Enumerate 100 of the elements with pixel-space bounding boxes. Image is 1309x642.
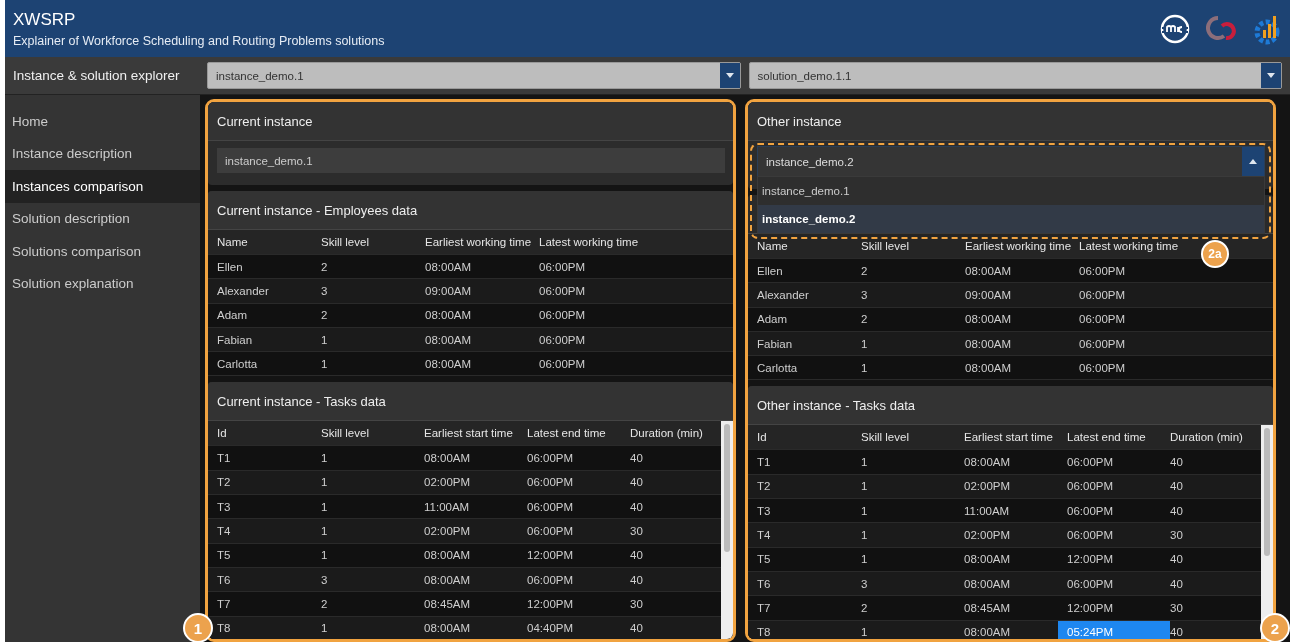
scrollbar[interactable] bbox=[1261, 425, 1273, 639]
table-cell-text: 12:00PM bbox=[527, 548, 575, 564]
table-cell-text: Carlotta bbox=[757, 360, 799, 376]
table-cell-text: T6 bbox=[217, 572, 232, 588]
instance-field[interactable]: instance_demo.1 bbox=[217, 148, 725, 173]
column-header[interactable]: Earliest working time bbox=[425, 236, 532, 248]
table-cell-text: T2 bbox=[217, 475, 232, 491]
table-cell-text: 12:00PM bbox=[527, 596, 575, 612]
table-cell-text: 1 bbox=[861, 479, 869, 495]
table-cell-text: 2 bbox=[861, 312, 869, 328]
table-cell-text: Alexander bbox=[217, 283, 270, 299]
table-cell-text: 3 bbox=[861, 576, 869, 592]
callout-badge: 2 bbox=[1260, 613, 1290, 642]
table-cell-text: 1 bbox=[861, 503, 869, 519]
solution-select[interactable]: solution_demo.1.1 bbox=[748, 62, 1282, 89]
sidebar-item[interactable]: Solutions comparison bbox=[5, 235, 200, 268]
toolbar-label: Instance & solution explorer bbox=[13, 68, 181, 83]
table-cell-text: 02:00PM bbox=[964, 479, 1012, 495]
table-cell-text: 08:00AM bbox=[425, 356, 473, 372]
column-header[interactable]: Latest end time bbox=[1067, 431, 1146, 444]
table-cell-text: T5 bbox=[217, 548, 232, 564]
table-cell-text: 06:00PM bbox=[1079, 287, 1127, 303]
sidebar-item[interactable]: Solution explanation bbox=[5, 267, 200, 300]
column-header[interactable]: Latest working time bbox=[539, 236, 639, 248]
table-cell-text: T2 bbox=[757, 479, 772, 495]
table-cell-text: 09:00AM bbox=[965, 287, 1013, 303]
table-cell-text: 40 bbox=[630, 572, 644, 588]
table-cell-text: 08:00AM bbox=[964, 625, 1012, 639]
table-cell-text: 06:00PM bbox=[527, 475, 575, 491]
column-header[interactable]: Id bbox=[217, 427, 227, 440]
table-cell-text: 06:00PM bbox=[539, 283, 587, 299]
instance-select[interactable]: instance_demo.1 bbox=[207, 62, 741, 89]
table-cell-text: 40 bbox=[1170, 552, 1184, 568]
table-cell-text: 08:00AM bbox=[964, 576, 1012, 592]
dropdown-option[interactable]: instance_demo.1 bbox=[758, 177, 1264, 205]
table-cell-text: 1 bbox=[861, 625, 869, 639]
table-cell-text: 08:00AM bbox=[424, 572, 472, 588]
table-cell-text: 06:00PM bbox=[527, 572, 575, 588]
column-header[interactable]: Skill level bbox=[321, 236, 369, 248]
table-cell-text: 2 bbox=[321, 596, 329, 612]
instance-dropdown[interactable]: instance_demo.2 bbox=[757, 146, 1265, 177]
column-header[interactable]: Latest end time bbox=[527, 427, 606, 440]
column-header[interactable]: Duration (min) bbox=[1170, 431, 1243, 444]
table-cell-text: 06:00PM bbox=[1067, 576, 1115, 592]
table-cell-text: 1 bbox=[321, 475, 329, 491]
table-cell-text: 3 bbox=[861, 287, 869, 303]
table-cell-text: 40 bbox=[1170, 455, 1184, 471]
column-header[interactable]: Skill level bbox=[321, 427, 369, 440]
table-cell-text: 40 bbox=[1170, 503, 1184, 519]
table-cell-text: 40 bbox=[630, 621, 644, 637]
table-cell-text: T1 bbox=[757, 455, 772, 471]
table-cell-text: T8 bbox=[217, 621, 232, 637]
table-cell-text: Carlotta bbox=[217, 356, 259, 372]
sidebar-item[interactable]: Home bbox=[5, 105, 200, 138]
table-cell-text: 08:00AM bbox=[425, 259, 473, 275]
table-cell-text: 1 bbox=[861, 336, 869, 352]
column-header[interactable]: Duration (min) bbox=[630, 427, 703, 440]
table-cell-text: 30 bbox=[1170, 600, 1184, 616]
table-cell-text: 1 bbox=[861, 455, 869, 471]
section-title: Current instance - Employees data bbox=[208, 191, 733, 230]
column-header[interactable]: Latest working time bbox=[1079, 240, 1179, 252]
column-header[interactable]: Id bbox=[757, 431, 767, 444]
caret-down-icon[interactable] bbox=[725, 73, 734, 78]
table-cell-text: 08:45AM bbox=[964, 600, 1012, 616]
section-title: Current instance - Tasks data bbox=[208, 382, 733, 422]
column-header[interactable]: Earliest start time bbox=[424, 427, 513, 440]
caret-up-icon[interactable] bbox=[1249, 159, 1257, 164]
column-header[interactable]: Skill level bbox=[861, 431, 909, 444]
table-cell-text: 08:00AM bbox=[425, 332, 473, 348]
table-cell-text: 11:00AM bbox=[424, 499, 471, 515]
section-title: Other instance - Tasks data bbox=[748, 386, 1273, 426]
column-header[interactable]: Name bbox=[757, 240, 788, 252]
table-cell-text: 30 bbox=[1170, 528, 1184, 543]
caret-down-icon[interactable] bbox=[1267, 73, 1275, 78]
table-cell-text: 06:00PM bbox=[1079, 263, 1127, 279]
sidebar-item[interactable]: Instances comparison bbox=[5, 170, 200, 203]
table-cell-text: 3 bbox=[321, 283, 329, 299]
table-cell-text: 1 bbox=[321, 332, 329, 348]
table-cell-text: T3 bbox=[757, 503, 772, 519]
column-header[interactable]: Earliest working time bbox=[965, 240, 1072, 252]
table-cell-text: 08:00AM bbox=[424, 548, 472, 564]
table-cell-text: 06:00PM bbox=[539, 308, 587, 324]
circle-logo-icon bbox=[1158, 13, 1192, 44]
table-cell-text: 1 bbox=[321, 499, 329, 515]
table-cell-text: T5 bbox=[757, 552, 772, 568]
scrollbar[interactable] bbox=[721, 421, 733, 639]
column-header[interactable]: Skill level bbox=[861, 240, 909, 252]
table-cell-text: 40 bbox=[630, 451, 644, 467]
table-cell-text: 1 bbox=[321, 524, 329, 539]
table-cell-text: 1 bbox=[861, 360, 869, 376]
sidebar-item[interactable]: Solution description bbox=[5, 202, 200, 235]
table-cell-text: T4 bbox=[757, 528, 772, 543]
table-cell-text: 08:00AM bbox=[424, 621, 472, 637]
table-cell-text: 02:00PM bbox=[424, 475, 472, 491]
column-header[interactable]: Earliest start time bbox=[964, 431, 1053, 444]
table-cell-text: 08:45AM bbox=[424, 596, 472, 612]
dropdown-option[interactable]: instance_demo.2 bbox=[758, 205, 1264, 233]
column-header[interactable]: Name bbox=[217, 236, 248, 248]
sidebar-item[interactable]: Instance description bbox=[5, 137, 200, 170]
table-cell-text: 06:00PM bbox=[527, 524, 575, 539]
